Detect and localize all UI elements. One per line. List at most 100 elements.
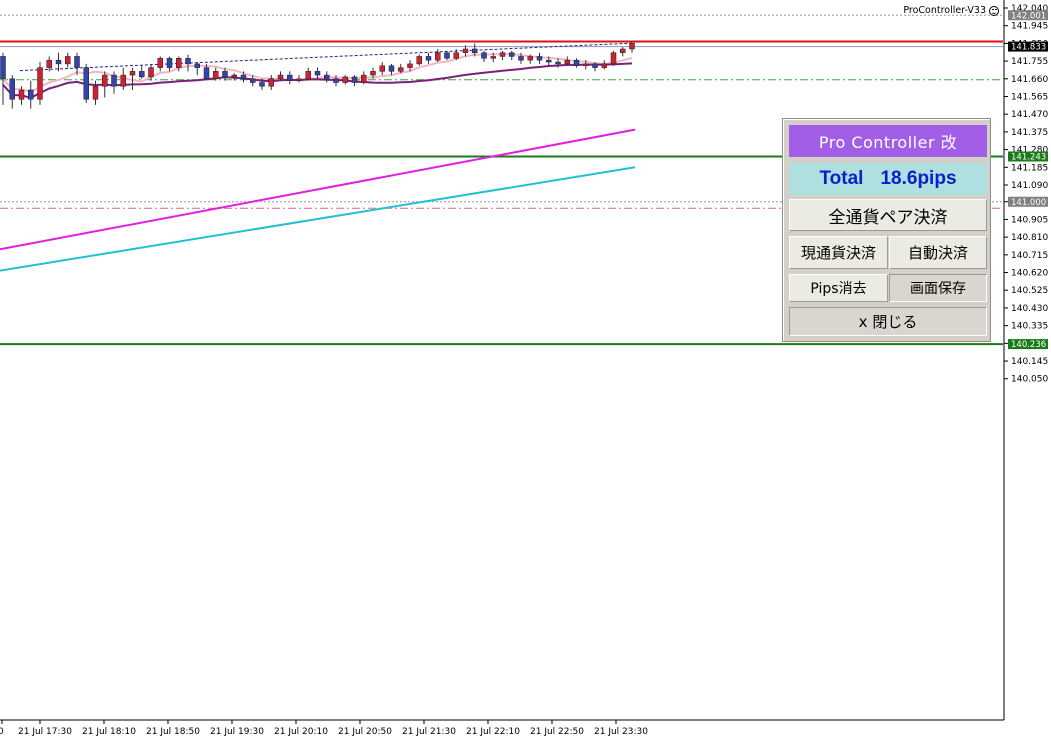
candle-body <box>139 71 145 78</box>
candle-body <box>472 48 478 53</box>
candle-body <box>194 63 200 68</box>
price-tick-label: 140.335 <box>1011 322 1048 332</box>
total-value: 18.6pips <box>880 168 957 189</box>
price-tag-label: 141.833 <box>1011 43 1046 53</box>
candle-body <box>28 89 34 100</box>
candle-body <box>388 65 395 72</box>
candle-body <box>240 74 247 80</box>
candle-body <box>166 58 173 68</box>
total-pips-display: Total 18.6pips <box>789 163 987 195</box>
candle-body <box>425 56 432 61</box>
candle-body <box>555 61 561 65</box>
price-tick-label: 140.145 <box>1011 357 1048 367</box>
candle-body <box>546 59 552 63</box>
candle-body <box>111 74 117 87</box>
close-panel-button[interactable]: x 閉じる <box>789 307 987 336</box>
candle-body <box>148 67 154 78</box>
close-current-pair-button[interactable]: 現通貨決済 <box>789 236 888 269</box>
price-tick-label: 140.905 <box>1011 215 1048 225</box>
price-tick-label: 140.050 <box>1011 375 1048 385</box>
candle-body <box>314 71 321 76</box>
price-tick-label: 140.620 <box>1011 269 1048 279</box>
price-tick-label: 141.090 <box>1011 181 1048 191</box>
time-tick-label: 21 Jul 22:10 <box>466 727 520 737</box>
price-tick-label: 141.945 <box>1011 22 1048 32</box>
candle-body <box>527 56 533 61</box>
time-tick-label: 21 Jul 23:30 <box>594 727 648 737</box>
price-tick-label: 141.565 <box>1011 92 1048 102</box>
candle-body <box>407 63 413 68</box>
candle-body <box>629 43 635 50</box>
candle-body <box>351 76 358 83</box>
candle-body <box>342 76 348 83</box>
indicator-label: ProController-V33 <box>903 5 999 16</box>
price-tick-label: 140.430 <box>1011 304 1048 314</box>
candle-body <box>435 52 441 61</box>
candle-body <box>536 56 543 61</box>
auto-close-button[interactable]: 自動決済 <box>889 236 987 269</box>
candle-body <box>259 82 265 87</box>
time-tick-label: 21 Jul 21:30 <box>402 727 456 737</box>
candle-body <box>74 56 80 68</box>
time-tick-label: 21 Jul 18:10 <box>82 727 136 737</box>
price-tag-label: 142.001 <box>1011 11 1046 21</box>
price-tick-label: 141.660 <box>1011 75 1048 85</box>
candle-body <box>416 56 422 65</box>
candle-body <box>46 59 52 68</box>
candle-body <box>601 63 607 68</box>
candle-body <box>92 85 99 100</box>
time-tick-label: 21 Jul 22:50 <box>530 727 584 737</box>
candle-body <box>129 71 136 76</box>
price-tick-label: 140.810 <box>1011 233 1048 243</box>
candle-body <box>65 56 71 65</box>
candle-body <box>296 78 302 81</box>
candle-body <box>231 74 237 78</box>
indicator-name: ProController-V33 <box>903 5 986 16</box>
chart-window: 142.040141.945141.850141.755141.660141.5… <box>0 0 1051 741</box>
price-tick-label: 141.185 <box>1011 163 1048 173</box>
pips-clear-button[interactable]: Pips消去 <box>789 274 888 302</box>
candle-body <box>0 56 6 80</box>
candle-body <box>83 67 89 100</box>
time-tick-label: 0 <box>0 727 4 737</box>
candle-body <box>305 71 311 80</box>
time-tick-label: 21 Jul 18:50 <box>146 727 200 737</box>
candle-body <box>583 63 589 67</box>
candle-body <box>370 71 376 76</box>
candle-body <box>277 74 284 80</box>
candle-body <box>509 52 515 57</box>
candle-body <box>250 78 256 83</box>
candle-body <box>379 65 385 72</box>
candle-body <box>592 63 598 68</box>
candle-body <box>453 52 459 59</box>
candle-body <box>120 74 126 87</box>
price-tick-label: 141.755 <box>1011 57 1048 67</box>
candle-body <box>287 74 293 81</box>
candle-body <box>398 67 404 72</box>
price-tag-label: 141.000 <box>1011 198 1046 208</box>
candle-body <box>490 56 496 59</box>
total-label: Total <box>819 168 864 189</box>
price-tag-label: 141.243 <box>1011 152 1046 162</box>
candle-body <box>620 48 626 53</box>
price-tick-label: 141.375 <box>1011 128 1048 138</box>
price-tick-label: 140.525 <box>1011 286 1048 296</box>
candle-body <box>499 52 506 57</box>
time-tick-label: 21 Jul 20:50 <box>338 727 392 737</box>
candle-body <box>18 89 25 100</box>
candle-body <box>268 78 274 87</box>
candle-body <box>9 78 15 100</box>
candle-body <box>102 74 108 87</box>
close-all-pairs-button[interactable]: 全通貨ペア決済 <box>789 199 987 231</box>
candle-body <box>55 59 62 65</box>
candle-body <box>462 48 469 53</box>
price-tick-label: 140.715 <box>1011 251 1048 261</box>
price-tag-label: 140.236 <box>1011 340 1046 350</box>
price-chart[interactable]: 142.040141.945141.850141.755141.660141.5… <box>0 0 1051 741</box>
candle-body <box>213 71 219 80</box>
candle-body <box>610 52 617 65</box>
candle-body <box>564 59 570 65</box>
save-screen-button[interactable]: 画面保存 <box>889 274 987 302</box>
candle-body <box>203 67 210 80</box>
candle-body <box>157 58 163 68</box>
